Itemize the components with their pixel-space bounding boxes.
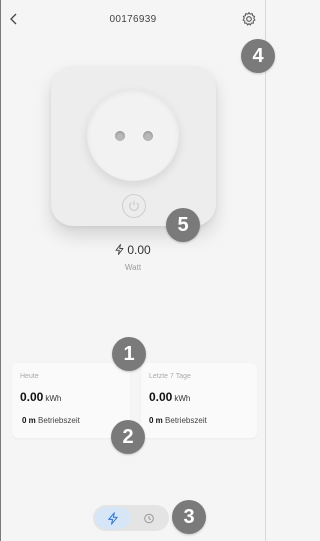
energy-value: 0.00 — [149, 390, 173, 404]
week-energy-card: Letzte 7 Tage 0.00 kWh 0 m Betriebszeit — [141, 363, 257, 438]
today-energy-card: Heute 0.00 kWh 0 m Betriebszeit — [12, 363, 130, 438]
runtime-label: Betriebszeit — [165, 416, 207, 425]
runtime-row: 0 m Betriebszeit — [22, 416, 80, 425]
clock-icon — [144, 513, 154, 524]
lightning-icon — [108, 512, 118, 525]
socket-hole-left — [115, 131, 125, 141]
socket-hole-right — [143, 131, 153, 141]
card-label: Letzte 7 Tage — [149, 373, 191, 380]
runtime-row: 0 m Betriebszeit — [149, 416, 207, 425]
socket-face — [87, 89, 179, 181]
history-view-tab[interactable] — [131, 507, 167, 529]
card-value: 0.00 kWh — [149, 390, 190, 404]
energy-unit: kWh — [174, 394, 191, 403]
lightning-icon — [115, 244, 124, 258]
card-value: 0.00 kWh — [20, 390, 61, 404]
power-toggle-button[interactable] — [122, 194, 146, 218]
runtime-label: Betriebszeit — [38, 416, 80, 425]
runtime-value: 0 m — [149, 416, 163, 425]
power-unit: Watt — [124, 263, 142, 272]
annotation-badge-3: 3 — [172, 500, 206, 534]
power-value: 0.00 — [127, 243, 151, 257]
power-icon — [129, 200, 139, 211]
view-toggle — [93, 505, 169, 531]
page-title: 00176939 — [109, 14, 157, 25]
annotation-badge-4: 4 — [241, 39, 275, 73]
settings-button[interactable] — [241, 11, 257, 27]
smart-plug-illustration — [51, 66, 216, 226]
energy-value: 0.00 — [20, 390, 44, 404]
current-power-readout: 0.00 — [0, 243, 266, 258]
power-view-tab[interactable] — [95, 507, 131, 529]
annotation-badge-1: 1 — [112, 337, 146, 371]
gear-icon — [242, 12, 256, 26]
energy-unit: kWh — [45, 394, 62, 403]
annotation-badge-5: 5 — [166, 208, 200, 242]
runtime-value: 0 m — [22, 416, 36, 425]
card-label: Heute — [20, 373, 39, 380]
annotation-badge-2: 2 — [111, 420, 145, 454]
